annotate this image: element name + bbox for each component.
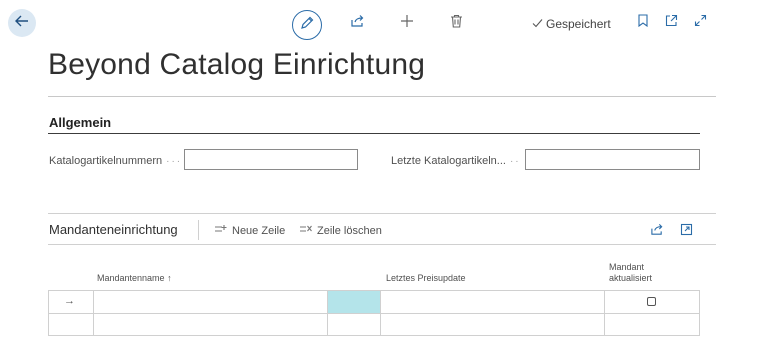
company-updated-checkbox[interactable] [647, 297, 656, 306]
part-actions-divider [48, 244, 716, 245]
back-button[interactable] [8, 9, 36, 37]
expand-button[interactable] [692, 11, 708, 35]
arrow-left-icon [14, 13, 30, 34]
plus-icon [400, 14, 414, 33]
grid-line [699, 290, 700, 335]
field-label-last-catalog-item: Letzte Katalogartikeln... ·· [391, 155, 521, 167]
grid-line [604, 290, 605, 335]
last-price-update-cell[interactable] [381, 314, 604, 335]
group-divider [48, 133, 700, 134]
edit-button[interactable] [292, 10, 322, 40]
delete-line-icon [299, 223, 313, 238]
grid-line [48, 290, 49, 335]
trash-icon [450, 14, 463, 33]
open-in-new-icon [665, 14, 678, 32]
label-dots: ··· [166, 156, 183, 167]
save-status-label: Gespeichert [546, 17, 611, 31]
selected-cell[interactable] [328, 291, 380, 313]
bookmark-icon [638, 14, 648, 32]
label-dots: ·· [509, 156, 521, 167]
catalog-item-numbers-input[interactable] [184, 149, 358, 170]
delete-button[interactable] [447, 11, 465, 35]
part-top-divider [48, 213, 716, 214]
save-status: Gespeichert [532, 17, 611, 31]
delete-line-button[interactable]: Zeile löschen [299, 223, 382, 238]
new-button[interactable] [398, 11, 416, 35]
grid-line [48, 335, 700, 336]
column-header-company-updated[interactable]: Mandant aktualisiert [609, 262, 652, 284]
column-header-company-name[interactable]: Mandantenname ↑ [97, 273, 172, 283]
page-title: Beyond Catalog Einrichtung [48, 48, 426, 81]
field-label-catalog-item-numbers: Katalogartikelnummern ··· [49, 155, 183, 167]
current-row-arrow-icon: → [64, 295, 75, 307]
sort-ascending-icon: ↑ [167, 273, 172, 283]
company-name-cell[interactable] [94, 314, 327, 335]
expand-icon [694, 14, 707, 32]
share-icon [650, 223, 664, 241]
last-catalog-item-input[interactable] [525, 149, 700, 170]
group-title-general: Allgemein [49, 115, 112, 130]
share-button[interactable] [348, 11, 366, 35]
edit-icon [300, 16, 314, 35]
bookmark-button[interactable] [636, 11, 650, 35]
part-share-button[interactable] [649, 220, 665, 244]
new-line-icon [214, 223, 228, 238]
last-price-update-cell[interactable] [381, 291, 604, 313]
column-header-last-price-update[interactable]: Letztes Preisupdate [386, 273, 466, 283]
open-in-window-icon [680, 223, 693, 241]
open-in-new-window-button[interactable] [663, 11, 679, 35]
checkmark-icon [532, 17, 543, 31]
company-name-cell[interactable] [94, 291, 327, 313]
part-expand-button[interactable] [678, 220, 694, 244]
new-line-button[interactable]: Neue Zeile [214, 223, 285, 238]
share-icon [350, 14, 365, 33]
part-title-separator [198, 220, 199, 240]
part-title[interactable]: Mandanteneinrichtung [49, 222, 178, 237]
title-divider [48, 96, 716, 97]
new-line-label: Neue Zeile [232, 224, 286, 237]
delete-line-label: Zeile löschen [317, 224, 382, 237]
